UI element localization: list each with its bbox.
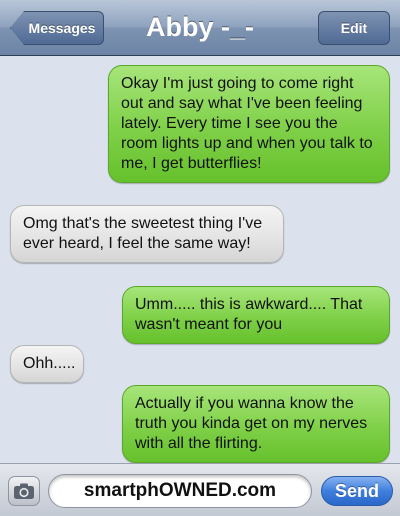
edit-button-label: Edit (340, 20, 368, 36)
sent-message-bubble: Okay I'm just going to come right out an… (108, 65, 390, 183)
text-field-value: smartphOWNED.com (83, 480, 277, 501)
edit-button[interactable]: Edit (318, 11, 390, 45)
camera-button[interactable] (8, 476, 40, 506)
received-message-bubble: Ohh..... (10, 345, 84, 383)
message-input-bar: smartphOWNED.com Send (0, 463, 400, 516)
back-to-messages-button[interactable]: Messages (10, 11, 104, 45)
sent-message-bubble: Actually if you wanna know the truth you… (122, 385, 390, 463)
sent-message-bubble: Umm..... this is awkward.... That wasn't… (122, 286, 390, 344)
message-text: Omg that's the sweetest thing I've ever … (23, 215, 263, 252)
back-button-label: Messages (28, 20, 96, 36)
message-text: Umm..... this is awkward.... That wasn't… (135, 296, 363, 333)
received-message-bubble: Omg that's the sweetest thing I've ever … (10, 205, 284, 263)
send-button[interactable]: Send (321, 476, 393, 506)
message-text: Ohh..... (23, 355, 76, 372)
navigation-bar: Messages Abby -_- Edit (0, 0, 400, 56)
message-text: Actually if you wanna know the truth you… (135, 395, 368, 452)
message-text-field[interactable]: smartphOWNED.com (48, 474, 312, 508)
message-thread[interactable]: Okay I'm just going to come right out an… (0, 57, 400, 463)
send-button-label: Send (334, 480, 379, 501)
camera-icon (14, 483, 34, 499)
message-text: Okay I'm just going to come right out an… (121, 75, 373, 172)
